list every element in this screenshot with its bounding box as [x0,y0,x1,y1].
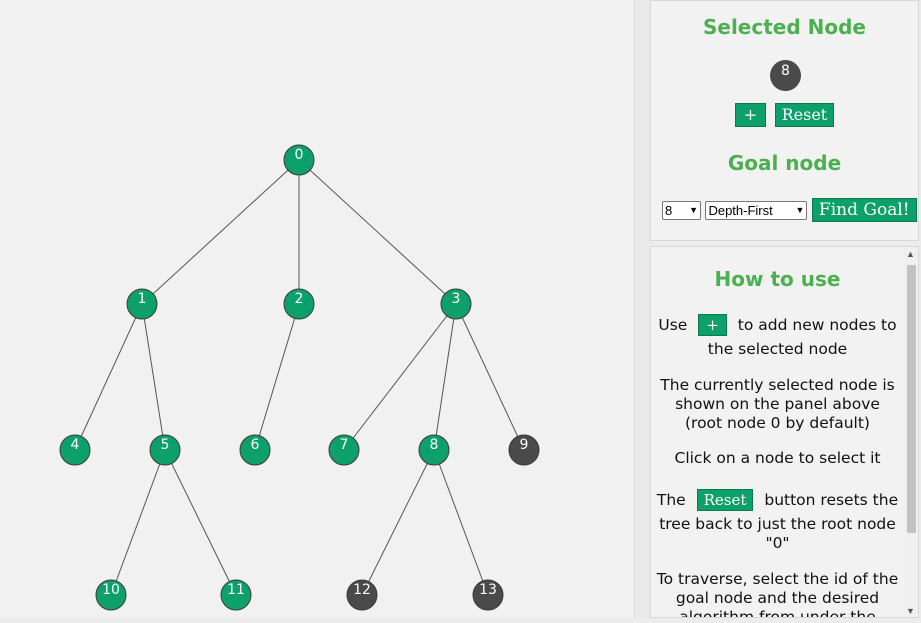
tree-node-0[interactable]: 0 [283,144,315,176]
tree-node-4[interactable]: 4 [59,434,91,466]
algorithm-select[interactable]: Depth-First ▼ [705,200,808,220]
help-click-info: Click on a node to select it [674,449,881,467]
tree-node-label: 13 [479,582,497,598]
goal-node-select-value: 8 [665,202,673,218]
help-add-info: Use + to add new nodes to the selected n… [651,314,904,359]
find-goal-button[interactable]: Find Goal! [811,198,917,222]
tree-edge [343,303,457,451]
tree-node-10[interactable]: 10 [95,579,127,611]
tree-edge [110,449,166,596]
help-title: How to use [714,267,841,291]
tree-edge [361,449,435,596]
tree-node-11[interactable]: 11 [220,579,252,611]
tree-node-5[interactable]: 5 [149,434,181,466]
selected-node-title: Selected Node [702,15,866,39]
chevron-down-icon: ▼ [795,205,805,215]
chevron-down-icon: ▼ [689,205,698,215]
selected-node-actions: + Reset [651,103,918,127]
tree-graph[interactable]: 01 2 34 5 6 7 8 910 11 12 13 [0,0,634,618]
tree-node-12[interactable]: 12 [346,579,378,611]
help-use-after: to add new nodes to [737,316,897,334]
tree-canvas[interactable]: 0 1 2 3 4 5 6 7 8 9 10 11 12 13 [0,0,634,618]
help-use-before: Use [658,316,688,334]
help-use-line2: the selected node [707,340,848,358]
goal-controls: 8 ▼ Depth-First ▼ Find Goal! [662,198,917,222]
tree-node-3[interactable]: 3 [440,288,472,320]
tree-edge [164,449,237,596]
tree-node-label: 11 [227,582,245,598]
goal-node-title: Goal node [727,151,842,175]
help-reset-line2: tree back to just the root node "0" [659,515,896,552]
tree-edge [455,303,525,451]
goal-node-select[interactable]: 8 ▼ [662,200,701,220]
selected-node-value: 8 [781,63,790,79]
tree-node-2[interactable]: 2 [283,288,315,320]
help-traverse-info: To traverse, select the id of the goal n… [656,570,899,618]
help-add-button[interactable]: + [698,314,727,336]
tree-edge [74,303,143,451]
scroll-down-icon[interactable]: ▼ [906,606,915,616]
tree-node-label: 3 [452,291,461,307]
tree-node-label: 1 [138,291,147,307]
panel-divider [634,0,651,618]
tree-node-label: 8 [430,437,439,453]
reset-button[interactable]: Reset [774,103,835,127]
help-panel[interactable]: How to use Use + to add new nodes to the… [650,246,919,618]
tree-node-label: 2 [295,291,304,307]
help-reset-after: button resets the [764,491,899,509]
tree-edge [141,303,166,451]
tree-edge [254,303,300,451]
add-node-button[interactable]: + [734,103,767,127]
control-panel: Selected Node 8 + Reset Goal node 8 ▼ De… [650,0,919,241]
tree-node-label: 4 [71,437,80,453]
tree-node-7[interactable]: 7 [328,434,360,466]
tree-node-label: 12 [353,582,371,598]
tree-node-label: 10 [102,582,120,598]
help-selected-info: The currently selected node is shown on … [660,376,895,432]
selected-node-badge: 8 [770,60,801,91]
tree-node-label: 7 [340,437,349,453]
algorithm-select-value: Depth-First [708,202,773,218]
tree-edge [141,159,300,305]
tree-node-13[interactable]: 13 [472,579,504,611]
tree-node-9[interactable]: 9 [508,434,540,466]
tree-node-label: 6 [251,437,260,453]
help-reset-info: The Reset button resets the tree back to… [651,489,904,553]
scroll-up-icon[interactable]: ▲ [906,249,915,259]
help-scrollbar[interactable]: ▲ ▼ [904,247,918,617]
tree-node-1[interactable]: 1 [126,288,158,320]
tree-node-label: 0 [295,147,304,163]
tree-node-8[interactable]: 8 [418,434,450,466]
tree-node-6[interactable]: 6 [239,434,271,466]
tree-edge [433,303,457,451]
scroll-thumb[interactable] [907,265,916,533]
tree-edge [433,449,489,596]
tree-node-label: 9 [520,437,529,453]
help-reset-before: The [656,491,686,509]
help-reset-button[interactable]: Reset [696,489,754,511]
tree-edge [298,159,457,305]
tree-node-label: 5 [161,437,170,453]
